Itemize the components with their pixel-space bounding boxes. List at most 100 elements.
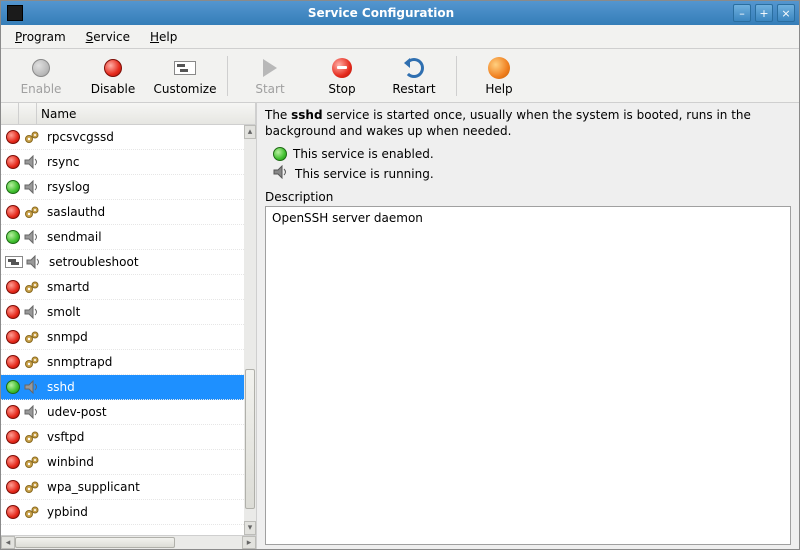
service-name-label: winbind	[45, 455, 244, 469]
hscroll-left-arrow[interactable]: ◂	[1, 536, 15, 549]
app-icon	[7, 5, 23, 21]
toolbar-separator	[227, 56, 228, 96]
service-row-rsync[interactable]: rsync	[1, 150, 244, 175]
help-button[interactable]: Help	[463, 51, 535, 101]
help-icon	[487, 56, 511, 80]
state-cog-icon	[23, 129, 41, 145]
service-name-label: rsyslog	[45, 180, 244, 194]
enable-button[interactable]: Enable	[5, 51, 77, 101]
state-cog-icon	[23, 329, 41, 345]
enabled-red-dot-icon	[6, 280, 20, 294]
enabled-red-dot-icon	[6, 455, 20, 469]
service-row-sshd[interactable]: sshd	[1, 375, 244, 400]
scroll-up-arrow[interactable]: ▴	[244, 125, 256, 139]
toolbar-separator-2	[456, 56, 457, 96]
restart-button[interactable]: Restart	[378, 51, 450, 101]
state-cog-icon	[23, 454, 41, 470]
state-cog-icon	[23, 204, 41, 220]
service-row-saslauthd[interactable]: saslauthd	[1, 200, 244, 225]
service-info-text: The sshd service is started once, usuall…	[265, 107, 791, 139]
service-row-rsyslog[interactable]: rsyslog	[1, 175, 244, 200]
horizontal-scrollbar[interactable]: ◂ ▸	[1, 535, 256, 549]
vertical-scrollbar[interactable]: ▴ ▾	[244, 125, 256, 535]
enabled-red-dot-icon	[6, 355, 20, 369]
menu-help[interactable]: Help	[142, 28, 185, 46]
enabled-red-dot-icon	[6, 130, 20, 144]
service-row-winbind[interactable]: winbind	[1, 450, 244, 475]
toolbar: Enable Disable Customize Start Stop Rest…	[1, 49, 799, 103]
menu-program[interactable]: Program	[7, 28, 74, 46]
state-speaker-icon	[23, 179, 41, 195]
state-speaker-icon	[25, 254, 43, 270]
service-list-pane: Name rpcsvcgssdrsync rsyslog saslauthd send…	[1, 103, 257, 549]
maximize-button[interactable]: +	[755, 4, 773, 22]
state-cog-icon	[23, 479, 41, 495]
running-status-text: This service is running.	[295, 167, 434, 181]
hscroll-track[interactable]	[15, 536, 242, 549]
service-row-setroubleshoot[interactable]: setroubleshoot	[1, 250, 244, 275]
hscroll-right-arrow[interactable]: ▸	[242, 536, 256, 549]
restart-icon	[402, 56, 426, 80]
hscroll-thumb[interactable]	[15, 537, 175, 548]
enabled-red-dot-icon	[6, 305, 20, 319]
service-row-udev-post[interactable]: udev-post	[1, 400, 244, 425]
service-row-snmpd[interactable]: snmpd	[1, 325, 244, 350]
service-name-label: snmptrapd	[45, 355, 244, 369]
state-speaker-icon	[23, 154, 41, 170]
service-name-label: vsftpd	[45, 430, 244, 444]
enabled-red-dot-icon	[6, 205, 20, 219]
service-name-label: saslauthd	[45, 205, 244, 219]
header-name-col[interactable]: Name	[37, 103, 256, 124]
service-rows: rpcsvcgssdrsync rsyslog saslauthd sendmail s…	[1, 125, 244, 535]
running-speaker-icon	[273, 165, 289, 182]
description-label: Description	[265, 190, 791, 204]
enabled-green-dot-icon	[6, 380, 20, 394]
close-button[interactable]: ×	[777, 4, 795, 22]
window-title: Service Configuration	[29, 6, 733, 20]
enabled-green-dot-icon	[6, 180, 20, 194]
state-cog-icon	[23, 279, 41, 295]
service-row-wpa_supplicant[interactable]: wpa_supplicant	[1, 475, 244, 500]
service-row-vsftpd[interactable]: vsftpd	[1, 425, 244, 450]
description-text: OpenSSH server daemon	[272, 211, 423, 225]
service-row-snmptrapd[interactable]: snmptrapd	[1, 350, 244, 375]
start-button[interactable]: Start	[234, 51, 306, 101]
scroll-track[interactable]	[244, 139, 256, 521]
menu-service[interactable]: Service	[78, 28, 138, 46]
stop-button[interactable]: Stop	[306, 51, 378, 101]
enabled-red-dot-icon	[6, 480, 20, 494]
enabled-custom-icon	[5, 256, 23, 268]
enabled-status-text: This service is enabled.	[293, 147, 434, 161]
service-row-smartd[interactable]: smartd	[1, 275, 244, 300]
state-speaker-icon	[23, 229, 41, 245]
enabled-status-line: This service is enabled.	[273, 147, 791, 161]
service-name-label: setroubleshoot	[47, 255, 244, 269]
service-name-label: snmpd	[45, 330, 244, 344]
service-row-sendmail[interactable]: sendmail	[1, 225, 244, 250]
scroll-down-arrow[interactable]: ▾	[244, 521, 256, 535]
menubar: Program Service Help	[1, 25, 799, 49]
disable-icon	[101, 56, 125, 80]
enabled-red-dot-icon	[6, 405, 20, 419]
enabled-red-dot-icon	[6, 430, 20, 444]
titlebar: Service Configuration – + ×	[1, 1, 799, 25]
service-row-ypbind[interactable]: ypbind	[1, 500, 244, 525]
disable-button[interactable]: Disable	[77, 51, 149, 101]
content-area: Name rpcsvcgssdrsync rsyslog saslauthd send…	[1, 103, 799, 549]
scroll-thumb[interactable]	[245, 369, 255, 509]
service-row-smolt[interactable]: smolt	[1, 300, 244, 325]
service-name-label: sshd	[45, 380, 244, 394]
state-speaker-icon	[23, 304, 41, 320]
state-speaker-icon	[23, 379, 41, 395]
service-name-label: smolt	[45, 305, 244, 319]
enabled-red-dot-icon	[6, 505, 20, 519]
service-row-rpcsvcgssd[interactable]: rpcsvcgssd	[1, 125, 244, 150]
customize-button[interactable]: Customize	[149, 51, 221, 101]
enabled-red-dot-icon	[6, 330, 20, 344]
minimize-button[interactable]: –	[733, 4, 751, 22]
list-body: rpcsvcgssdrsync rsyslog saslauthd sendmail s…	[1, 125, 256, 535]
service-name-label: sendmail	[45, 230, 244, 244]
header-enabled-col[interactable]	[1, 103, 19, 124]
header-state-col[interactable]	[19, 103, 37, 124]
enable-icon	[29, 56, 53, 80]
